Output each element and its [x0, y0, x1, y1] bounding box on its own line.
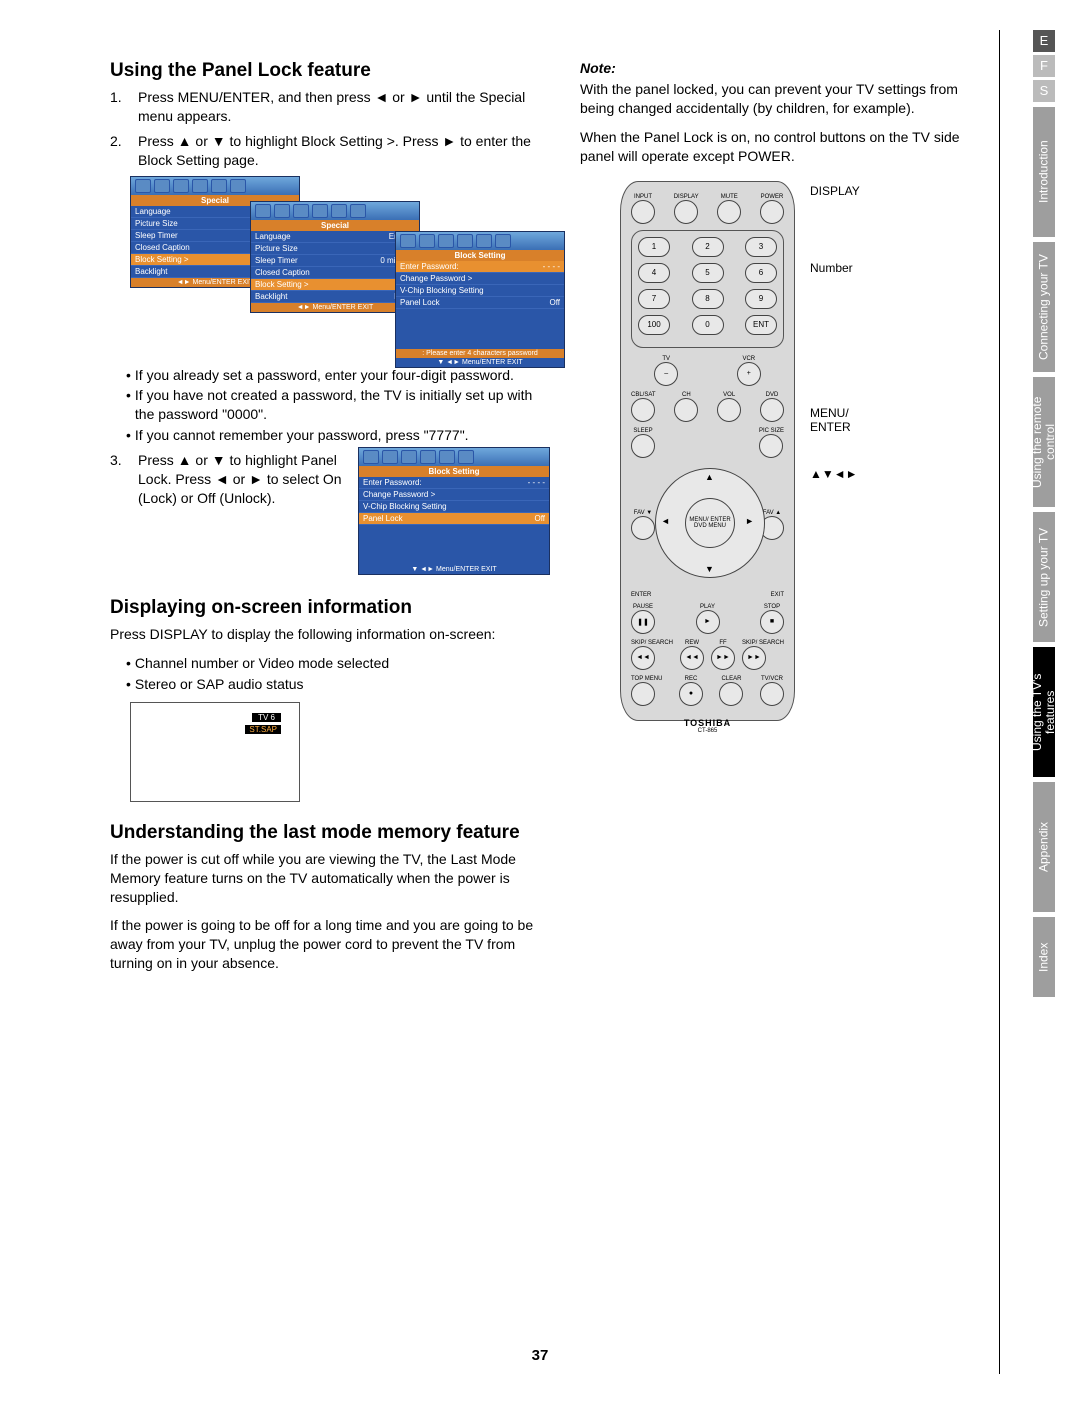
step-2: 2. Press ▲ or ▼ to highlight Block Setti…: [110, 132, 550, 170]
section-tabs: E F S Introduction Connecting your TV Us…: [1010, 30, 1055, 997]
note-p2: When the Panel Lock is on, no control bu…: [580, 128, 960, 166]
bullet-pw-already: If you already set a password, enter you…: [126, 366, 550, 385]
tab-using-features: Using the TV's features: [1033, 647, 1055, 777]
step-1: 1. Press MENU/ENTER, and then press ◄ or…: [110, 88, 550, 126]
lang-f: F: [1033, 55, 1055, 77]
remote-brand: TOSHIBA: [631, 718, 784, 728]
tab-appendix: Appendix: [1033, 782, 1055, 912]
tab-index: Index: [1033, 917, 1055, 997]
remote-power-button: [760, 200, 784, 224]
osd-example: TV 6 ST.SAP: [130, 702, 300, 802]
last-mode-p2: If the power is going to be off for a lo…: [110, 916, 550, 973]
tab-setting-up: Setting up your TV: [1033, 512, 1055, 642]
last-mode-p1: If the power is cut off while you are vi…: [110, 850, 550, 907]
tab-connecting: Connecting your TV: [1033, 242, 1055, 372]
menu-panel-lock: Block Setting Enter Password:- - - - Cha…: [358, 447, 550, 575]
page-number: 37: [532, 1347, 549, 1364]
bullet-channel: Channel number or Video mode selected: [126, 654, 550, 673]
note-heading: Note:: [580, 60, 960, 76]
bullet-pw-forgot: If you cannot remember your password, pr…: [126, 426, 550, 445]
heading-panel-lock: Using the Panel Lock feature: [110, 60, 550, 82]
callout-arrows: ▲▼◄►: [810, 467, 890, 481]
left-column: Using the Panel Lock feature 1. Press ME…: [110, 60, 550, 983]
lang-s: S: [1033, 80, 1055, 102]
callout-number: Number: [810, 261, 890, 275]
heading-last-mode: Understanding the last mode memory featu…: [110, 822, 550, 844]
menu-block-setting: Block Setting Enter Password:- - - - Cha…: [395, 231, 565, 368]
remote-number-pad: 123 456 789 1000ENT: [631, 230, 784, 348]
callout-display: DISPLAY: [810, 184, 890, 198]
right-column: Note: With the panel locked, you can pre…: [580, 60, 960, 983]
remote-illustration: INPUT DISPLAY MUTE POWER 123 456 789 100…: [580, 181, 890, 721]
callout-menu-enter: MENU/ ENTER: [810, 406, 890, 434]
bullet-pw-default: If you have not created a password, the …: [126, 386, 550, 424]
step-3: 3. Press ▲ or ▼ to highlight Panel Lock.…: [110, 451, 348, 569]
right-separator: [999, 30, 1000, 1374]
display-info-intro: Press DISPLAY to display the following i…: [110, 625, 550, 644]
heading-display-info: Displaying on-screen information: [110, 597, 550, 619]
remote-input-button: [631, 200, 655, 224]
tab-introduction: Introduction: [1033, 107, 1055, 237]
remote-menu-enter-button: MENU/ ENTER DVD MENU: [685, 498, 735, 548]
tab-remote: Using the remote control: [1033, 377, 1055, 507]
menu-cascade-image: Special LanguageEnglish Picture Size4:3 …: [130, 176, 550, 356]
bullet-stereo: Stereo or SAP audio status: [126, 675, 550, 694]
remote-mute-button: [717, 200, 741, 224]
note-p1: With the panel locked, you can prevent y…: [580, 80, 960, 118]
remote-model: CT-865: [631, 728, 784, 734]
lang-e: E: [1033, 30, 1055, 52]
remote-display-button: [674, 200, 698, 224]
remote-dpad: ▲▼◄► MENU/ ENTER DVD MENU: [655, 468, 760, 578]
